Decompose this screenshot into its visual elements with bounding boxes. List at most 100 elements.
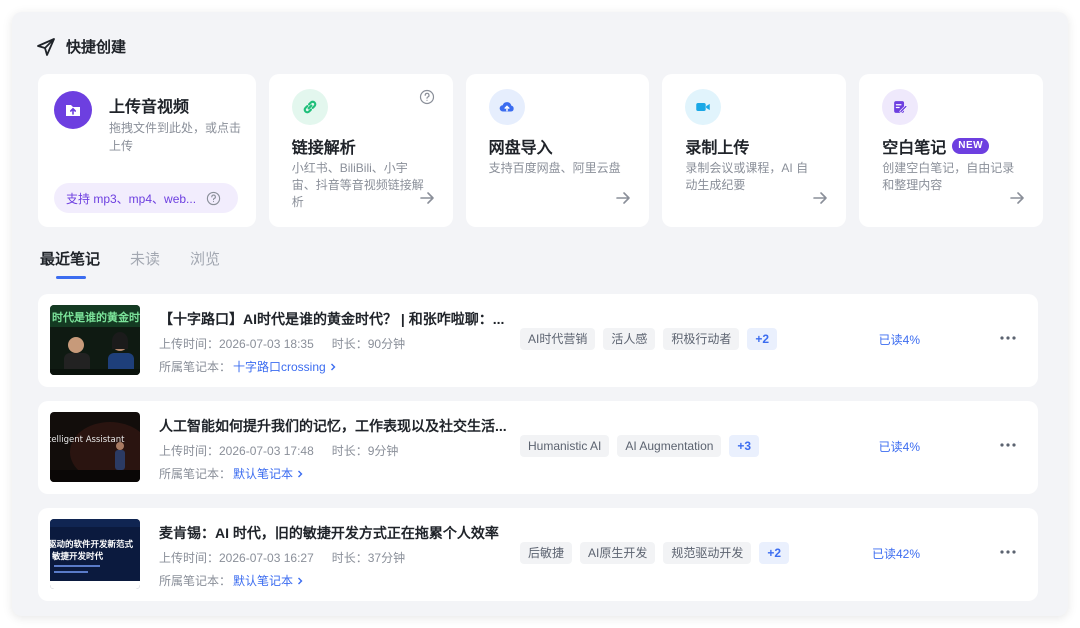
note-title[interactable]: 【十字路口】AI时代是谁的黄金时代？ | 和张咋啦聊：... (159, 309, 509, 329)
more-options-icon[interactable] (998, 437, 1018, 453)
notebook-name: 默认笔记本 (233, 467, 294, 481)
notebook-link[interactable]: 默认笔记本 (233, 465, 305, 482)
tag[interactable]: AI Augmentation (617, 435, 722, 457)
tag[interactable]: AI原生开发 (580, 542, 656, 564)
note-meta: 上传时间：2026-07-03 16:27 时长：37分钟 (159, 549, 405, 566)
note-title[interactable]: 麦肯锡：AI 时代，旧的敏捷开发方式正在拖累个人效率 (159, 523, 509, 543)
arrow-right-icon[interactable] (419, 190, 435, 206)
tag[interactable]: Humanistic AI (520, 435, 610, 457)
quick-create-title: 快捷创建 (66, 39, 127, 56)
list-item[interactable]: 时代是谁的黄金时代 【十字路口】AI时代是谁的黄金时代？ | 和张咋啦聊：...… (38, 294, 1038, 387)
list-item[interactable]: 驱动的软件开发新范式 敏捷开发时代 麦肯锡：AI 时代，旧的敏捷开发方式正在拖累… (38, 508, 1038, 601)
blank-note-card[interactable]: 空白笔记 NEW 创建空白笔记，自由记录和整理内容 (859, 74, 1044, 227)
link-icon (291, 89, 328, 125)
video-camera-icon (685, 89, 722, 125)
chevron-right-icon (330, 363, 336, 370)
notebook-name: 默认笔记本 (233, 574, 294, 588)
supported-formats-pill[interactable]: 支持 mp3、mp4、web... (54, 183, 238, 213)
more-options-icon[interactable] (998, 330, 1018, 346)
card-title-text: 网盘导入 (488, 140, 553, 157)
notebook-link[interactable]: 十字路口crossing (233, 358, 338, 375)
read-progress: 已读4% (878, 333, 920, 347)
main-panel: 快捷创建 上传音视频 拖拽文件到此处，或点击上传 支持 mp3、mp4、web.… (12, 12, 1068, 616)
thumb-text: telligent Assistant (50, 435, 125, 445)
netdisk-import-card[interactable]: 网盘导入 支持百度网盘、阿里云盘 (465, 74, 650, 227)
help-icon[interactable] (206, 191, 221, 206)
note-thumbnail: telligent Assistant (50, 412, 140, 482)
link-parse-card[interactable]: 链接解析 小红书、BiliBili、小宇宙、抖音等音视频链接解析 (268, 74, 453, 227)
upload-card-desc: 拖拽文件到此处，或点击上传 (109, 121, 242, 153)
notes-tabs: 最近笔记 未读 浏览 (40, 248, 220, 279)
quick-create-cards: 上传音视频 拖拽文件到此处，或点击上传 支持 mp3、mp4、web... 链接… (38, 74, 1044, 227)
upload-card-title: 上传音视频 (109, 99, 190, 116)
chevron-right-icon (298, 470, 303, 477)
cloud-upload-icon (488, 89, 525, 125)
card-desc: 支持百度网盘、阿里云盘 (488, 161, 621, 175)
tag[interactable]: 规范驱动开发 (663, 542, 752, 564)
tag[interactable]: 后敏捷 (520, 542, 573, 564)
card-title-text: 链接解析 (291, 140, 356, 157)
note-meta: 上传时间：2026-07-03 17:48 时长：9分钟 (159, 442, 398, 459)
upload-media-card[interactable]: 上传音视频 拖拽文件到此处，或点击上传 支持 mp3、mp4、web... (38, 74, 256, 227)
notes-list: 时代是谁的黄金时代 【十字路口】AI时代是谁的黄金时代？ | 和张咋啦聊：...… (38, 294, 1038, 615)
arrow-right-icon[interactable] (1009, 190, 1025, 206)
upload-time: 上传时间：2026-07-03 17:48 (159, 444, 314, 458)
card-title: 网盘导入 (489, 134, 553, 158)
list-item[interactable]: telligent Assistant 人工智能如何提升我们的记忆，工作表现以及… (38, 401, 1038, 494)
upload-folder-icon (54, 91, 92, 129)
note-thumbnail: 时代是谁的黄金时代 (50, 305, 140, 375)
note-title[interactable]: 人工智能如何提升我们的记忆，工作表现以及社交生活... (159, 416, 509, 436)
note-tags: AI时代营销 活人感 积极行动者 +2 (520, 328, 778, 350)
card-desc: 创建空白笔记，自由记录和整理内容 (882, 161, 1015, 192)
notebook-info: 所属笔记本： 默认笔记本 (159, 465, 305, 482)
note-meta: 上传时间：2026-07-03 18:35 时长：90分钟 (159, 335, 405, 352)
read-progress: 已读42% (871, 547, 920, 561)
duration: 时长：9分钟 (331, 444, 399, 458)
card-desc: 录制会议或课程，AI 自动生成纪要 (685, 161, 809, 192)
arrow-right-icon[interactable] (812, 190, 828, 206)
help-icon[interactable] (419, 89, 435, 105)
notebook-name: 十字路口crossing (233, 360, 326, 374)
duration: 时长：90分钟 (331, 337, 406, 351)
supported-formats-text: 支持 mp3、mp4、web... (66, 191, 197, 206)
notebook-label: 所属笔记本： (159, 467, 232, 481)
thumb-text: 驱动的软件开发新范式 (50, 539, 134, 550)
note-thumbnail: 驱动的软件开发新范式 敏捷开发时代 (50, 519, 140, 589)
tag[interactable]: 积极行动者 (663, 328, 740, 350)
send-icon (37, 37, 55, 56)
card-title: 录制上传 (685, 134, 749, 158)
record-upload-card[interactable]: 录制上传 录制会议或课程，AI 自动生成纪要 (662, 74, 847, 227)
card-title: 空白笔记 NEW (882, 134, 990, 158)
notebook-link[interactable]: 默认笔记本 (233, 572, 305, 589)
upload-time: 上传时间：2026-07-03 16:27 (159, 551, 314, 565)
read-progress: 已读4% (878, 440, 920, 454)
card-title-text: 录制上传 (685, 140, 750, 157)
tab-browse[interactable]: 浏览 (190, 248, 220, 279)
more-tags-badge[interactable]: +3 (729, 435, 760, 457)
card-title: 链接解析 (292, 134, 356, 158)
thumb-text: 时代是谁的黄金时代 (52, 310, 140, 324)
arrow-right-icon[interactable] (615, 190, 631, 206)
more-tags-badge[interactable]: +2 (759, 542, 790, 564)
tab-recent-notes[interactable]: 最近笔记 (40, 248, 100, 279)
tag[interactable]: AI时代营销 (520, 328, 596, 350)
note-tags: Humanistic AI AI Augmentation +3 (520, 435, 760, 457)
new-badge: NEW (952, 138, 990, 154)
upload-time: 上传时间：2026-07-03 18:35 (159, 337, 314, 351)
note-tags: 后敏捷 AI原生开发 规范驱动开发 +2 (520, 542, 790, 564)
more-options-icon[interactable] (998, 544, 1018, 560)
duration: 时长：37分钟 (331, 551, 406, 565)
thumb-text-secondary: 敏捷开发时代 (51, 551, 104, 562)
tab-unread[interactable]: 未读 (130, 248, 160, 279)
notebook-label: 所属笔记本： (159, 360, 232, 374)
notebook-info: 所属笔记本： 默认笔记本 (159, 572, 305, 589)
chevron-right-icon (298, 577, 303, 584)
quick-create-header: 快捷创建 (36, 36, 126, 57)
notebook-label: 所属笔记本： (159, 574, 232, 588)
more-tags-badge[interactable]: +2 (747, 328, 778, 350)
edit-note-icon (882, 89, 919, 125)
notebook-info: 所属笔记本： 十字路口crossing (159, 358, 338, 375)
tag[interactable]: 活人感 (603, 328, 656, 350)
card-title-text: 空白笔记 (882, 140, 947, 157)
card-desc: 小红书、BiliBili、小宇宙、抖音等音视频链接解析 (291, 161, 424, 209)
